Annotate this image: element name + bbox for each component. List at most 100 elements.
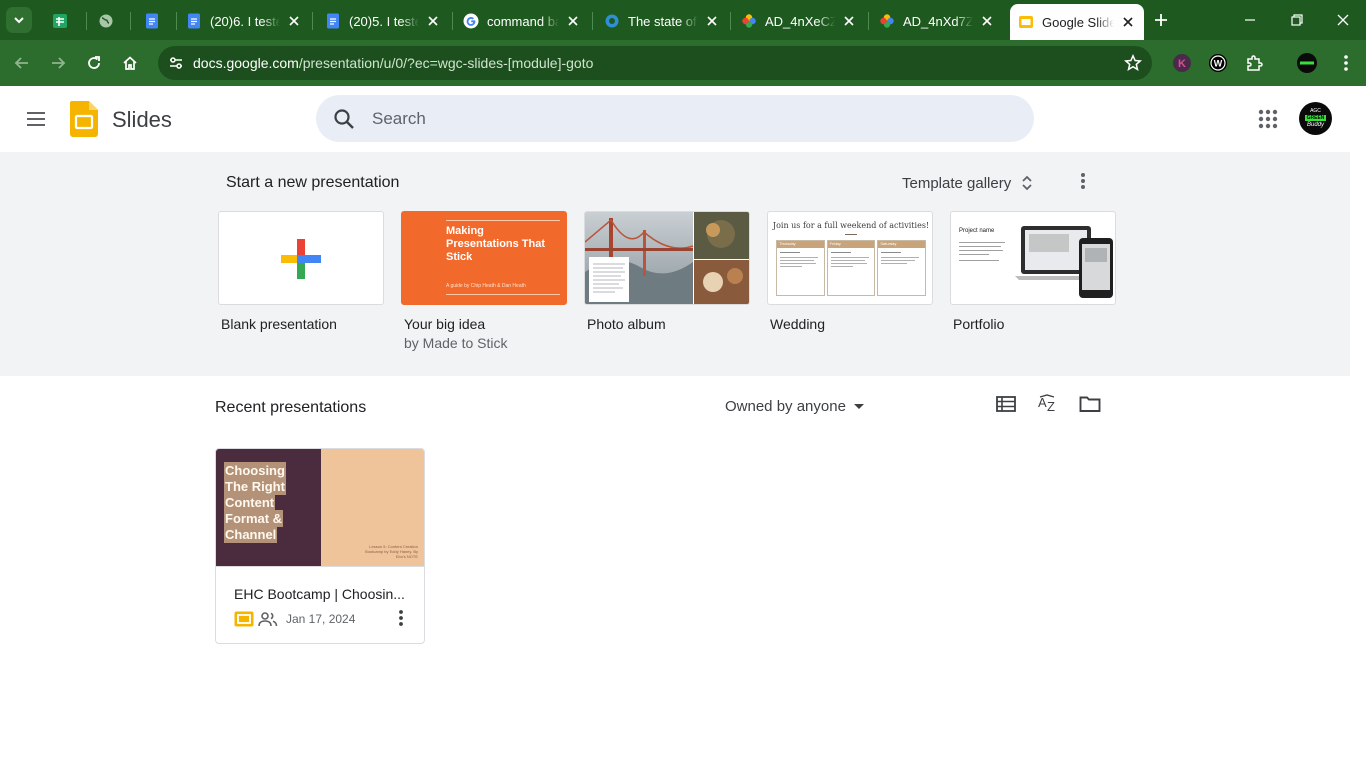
google-slides-logo-icon[interactable] <box>70 101 98 137</box>
url-path: /presentation/u/0/?ec=wgc-slides-[module… <box>298 55 594 71</box>
tab-google-slides[interactable]: Google Slides <box>1010 4 1144 40</box>
more-vert-icon <box>1081 173 1085 189</box>
template-thumbnail[interactable]: Project name <box>950 211 1116 305</box>
close-icon[interactable] <box>1120 14 1136 30</box>
google-slides-icon <box>234 611 254 627</box>
extension-w-icon[interactable]: W <box>1207 52 1229 74</box>
tab-title: Google Slides <box>1042 14 1114 30</box>
close-icon[interactable] <box>286 13 302 29</box>
folder-icon <box>1079 396 1101 412</box>
presentation-title[interactable]: EHC Bootcamp | Choosin... <box>234 586 418 602</box>
account-avatar[interactable]: AGC GREEN Buddy <box>1299 102 1332 135</box>
extension-k-icon[interactable]: K <box>1171 52 1193 74</box>
tab-doc-6[interactable]: (20)6. I tested <box>178 6 310 36</box>
close-icon[interactable] <box>979 13 995 29</box>
tab-image-1[interactable]: AD_4nXeCZp <box>733 6 865 36</box>
tab-state-of[interactable]: The state of <box>596 6 728 36</box>
arrow-left-icon <box>14 57 28 69</box>
thumbnail-heading-line: The Right <box>225 479 285 494</box>
reload-button[interactable] <box>82 51 106 75</box>
laptop-phone-image <box>1015 226 1113 298</box>
svg-text:W: W <box>1214 59 1223 69</box>
owner-filter-dropdown[interactable]: Owned by anyone <box>717 391 872 421</box>
star-icon[interactable] <box>1124 54 1142 72</box>
slides-header: Slides AGC GREEN Buddy <box>0 86 1366 152</box>
sort-by-alpha-icon: AZ <box>1038 394 1055 414</box>
template-thumbnail[interactable] <box>584 211 750 305</box>
close-icon <box>1337 14 1349 26</box>
template-your-big-idea[interactable]: Making Presentations That Stick A guide … <box>401 211 567 351</box>
extensions-puzzle-icon[interactable] <box>1243 52 1265 74</box>
search-icon[interactable] <box>333 108 355 130</box>
site-info-button[interactable] <box>164 51 188 75</box>
template-portfolio[interactable]: Project name Portfolio <box>950 211 1116 332</box>
list-view-button[interactable] <box>994 392 1018 416</box>
new-tab-button[interactable] <box>1150 9 1172 31</box>
template-blank[interactable]: Blank presentation <box>218 211 384 332</box>
search-input[interactable] <box>372 105 1012 132</box>
presentation-more-button[interactable] <box>390 607 412 629</box>
tab-search-button[interactable] <box>6 7 32 33</box>
address-bar[interactable]: docs.google.com/presentation/u/0/?ec=wgc… <box>158 46 1152 80</box>
template-thumbnail[interactable]: Join us for a full weekend of activities… <box>767 211 933 305</box>
sort-options-button[interactable]: AZ <box>1036 392 1060 416</box>
close-icon[interactable] <box>565 13 581 29</box>
tab-title: command ba <box>487 13 559 29</box>
template-thumbnail[interactable]: Making Presentations That Stick A guide … <box>401 211 567 305</box>
close-window-button[interactable] <box>1331 8 1355 32</box>
svg-text:A: A <box>1038 395 1047 410</box>
open-file-picker-button[interactable] <box>1078 392 1102 416</box>
tab-command-bar[interactable]: command ba <box>455 6 589 36</box>
globe-icon <box>98 13 114 29</box>
template-heading: Start a new presentation <box>226 174 400 191</box>
tab-sheets[interactable] <box>44 6 80 36</box>
tab-image-2[interactable]: AD_4nXd7Zk <box>871 6 1003 36</box>
photo-collage-image <box>585 212 749 304</box>
template-thumbnail[interactable] <box>218 211 384 305</box>
search-bar[interactable] <box>316 95 1034 142</box>
thumbnail-caption: A guide by Chip Heath & Dan Heath <box>446 283 526 289</box>
home-button[interactable] <box>118 51 142 75</box>
template-gallery-label: Template gallery <box>902 174 1012 192</box>
avatar-text-top: AGC <box>1310 108 1321 114</box>
minimize-button[interactable] <box>1238 8 1262 32</box>
tab-globe[interactable] <box>90 6 126 36</box>
thumbnail-title: Join us for a full weekend of activities… <box>772 221 930 230</box>
template-name: Your big idea <box>404 316 486 332</box>
thumbnail-heading-line: Format & <box>225 511 283 526</box>
template-author: by Made to Stick <box>404 335 508 351</box>
svg-text:K: K <box>1178 58 1186 70</box>
template-wedding[interactable]: Join us for a full weekend of activities… <box>767 211 933 332</box>
google-docs-icon <box>325 13 341 29</box>
tab-docs[interactable] <box>136 6 172 36</box>
main-menu-button[interactable] <box>22 105 50 133</box>
template-gallery-button[interactable]: Template gallery <box>894 166 1041 200</box>
presentation-meta: Jan 17, 2024 <box>234 609 414 629</box>
app-name[interactable]: Slides <box>112 107 172 133</box>
avatar-text-middle: GREEN <box>1304 115 1327 121</box>
forward-button[interactable] <box>46 51 70 75</box>
browser-tab-strip: (20)6. I tested (20)5. I tested command … <box>0 0 1366 40</box>
more-vert-icon <box>399 610 403 626</box>
presentation-thumbnail[interactable]: Choosing The Right Content Format & Chan… <box>216 449 424 567</box>
google-docs-icon <box>144 13 160 29</box>
tab-doc-5[interactable]: (20)5. I tested <box>317 6 449 36</box>
browser-profile-avatar[interactable] <box>1296 52 1318 74</box>
close-icon[interactable] <box>425 13 441 29</box>
template-more-button[interactable] <box>1071 169 1095 193</box>
template-photo-album[interactable]: Photo album <box>584 211 750 332</box>
google-apps-icon[interactable] <box>1256 107 1280 131</box>
close-icon[interactable] <box>841 13 857 29</box>
restore-button[interactable] <box>1285 8 1309 32</box>
url-text[interactable]: docs.google.com/presentation/u/0/?ec=wgc… <box>193 55 593 71</box>
thumbnail-title: Making Presentations That Stick <box>446 225 546 263</box>
browser-menu-button[interactable] <box>1335 52 1357 74</box>
google-g-icon <box>463 13 479 29</box>
back-button[interactable] <box>10 51 34 75</box>
close-icon[interactable] <box>704 13 720 29</box>
thumbnail-column-label: Friday <box>827 241 875 248</box>
minimize-icon <box>1245 19 1255 21</box>
owner-filter-label: Owned by anyone <box>725 397 846 415</box>
presentation-card[interactable]: Choosing The Right Content Format & Chan… <box>215 448 425 644</box>
thumbnail-credit: Lesson 5: Content Creation Bootcamp by E… <box>365 544 418 559</box>
